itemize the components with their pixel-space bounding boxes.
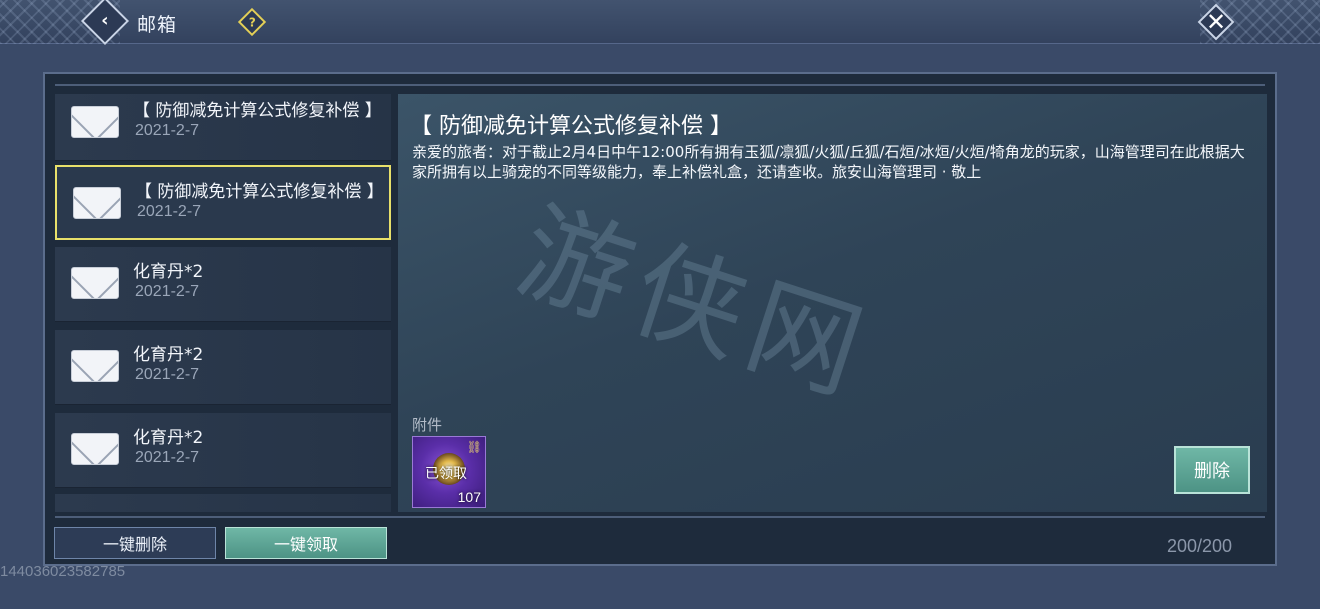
mail-date: 2021-2-7 <box>137 203 202 220</box>
question-icon: ? <box>248 15 256 29</box>
attachment-status: 已领取 <box>425 466 467 482</box>
mail-date: 2021-2-7 <box>135 283 200 300</box>
mail-item[interactable] <box>55 494 391 512</box>
envelope-icon <box>73 187 121 219</box>
envelope-icon <box>71 433 119 465</box>
mail-subject: 化育丹*2 <box>133 428 204 448</box>
top-bar: ‹ 邮箱 ? ✕ <box>0 0 1320 46</box>
divider-top <box>55 84 1265 86</box>
delete-all-button[interactable]: 一键删除 <box>54 527 216 559</box>
mail-item[interactable]: 化育丹*2 2021-2-7 <box>55 330 391 405</box>
mail-list[interactable]: 【 防御减免计算公式修复补偿 】 2021-2-7 【 防御减免计算公式修复补偿… <box>53 94 391 512</box>
close-icon: ✕ <box>1205 8 1227 36</box>
delete-button[interactable]: 删除 <box>1174 446 1250 494</box>
mail-detail-title: 【 防御减免计算公式修复补偿 】 <box>410 114 732 139</box>
mail-date: 2021-2-7 <box>135 122 200 139</box>
mail-detail: 游侠网 【 防御减免计算公式修复补偿 】 亲爱的旅者：对于截止2月4日中午12:… <box>398 94 1267 512</box>
mail-subject: 【 防御减免计算公式修复补偿 】 <box>133 101 382 121</box>
attachment-count: 107 <box>457 489 481 505</box>
mail-item[interactable]: 【 防御减免计算公式修复补偿 】 2021-2-7 <box>55 94 391 161</box>
mail-item-selected[interactable]: 【 防御减免计算公式修复补偿 】 2021-2-7 <box>55 165 391 240</box>
envelope-icon <box>71 267 119 299</box>
mail-subject: 【 防御减免计算公式修复补偿 】 <box>135 182 384 202</box>
attachment-label: 附件 <box>412 416 443 434</box>
attachment-item[interactable]: ⛓ 已领取 107 <box>412 436 486 508</box>
watermark: 游侠网 <box>503 187 886 421</box>
mail-panel: 【 防御减免计算公式修复补偿 】 2021-2-7 【 防御减免计算公式修复补偿… <box>43 72 1277 566</box>
envelope-icon <box>71 350 119 382</box>
help-button[interactable]: ? <box>237 7 267 37</box>
claim-all-button[interactable]: 一键领取 <box>225 527 387 559</box>
mail-count: 200/200 <box>1167 536 1233 556</box>
envelope-icon <box>71 106 119 138</box>
mail-detail-body: 亲爱的旅者：对于截止2月4日中午12:00所有拥有玉狐/凛狐/火狐/丘狐/石烜/… <box>412 143 1245 181</box>
chevron-left-icon: ‹ <box>101 9 109 31</box>
user-id: 1440360235827​85 <box>0 563 126 580</box>
mail-subject: 化育丹*2 <box>133 345 204 365</box>
mail-item[interactable]: 化育丹*2 2021-2-7 <box>55 413 391 488</box>
close-button[interactable]: ✕ <box>1196 2 1236 42</box>
mail-item[interactable]: 化育丹*2 2021-2-7 <box>55 247 391 322</box>
mail-date: 2021-2-7 <box>135 366 200 383</box>
link-icon: ⛓ <box>466 440 482 454</box>
page-title: 邮箱 <box>137 14 178 36</box>
divider-bottom <box>55 516 1265 518</box>
mail-subject: 化育丹*2 <box>133 262 204 282</box>
mail-date: 2021-2-7 <box>135 449 200 466</box>
